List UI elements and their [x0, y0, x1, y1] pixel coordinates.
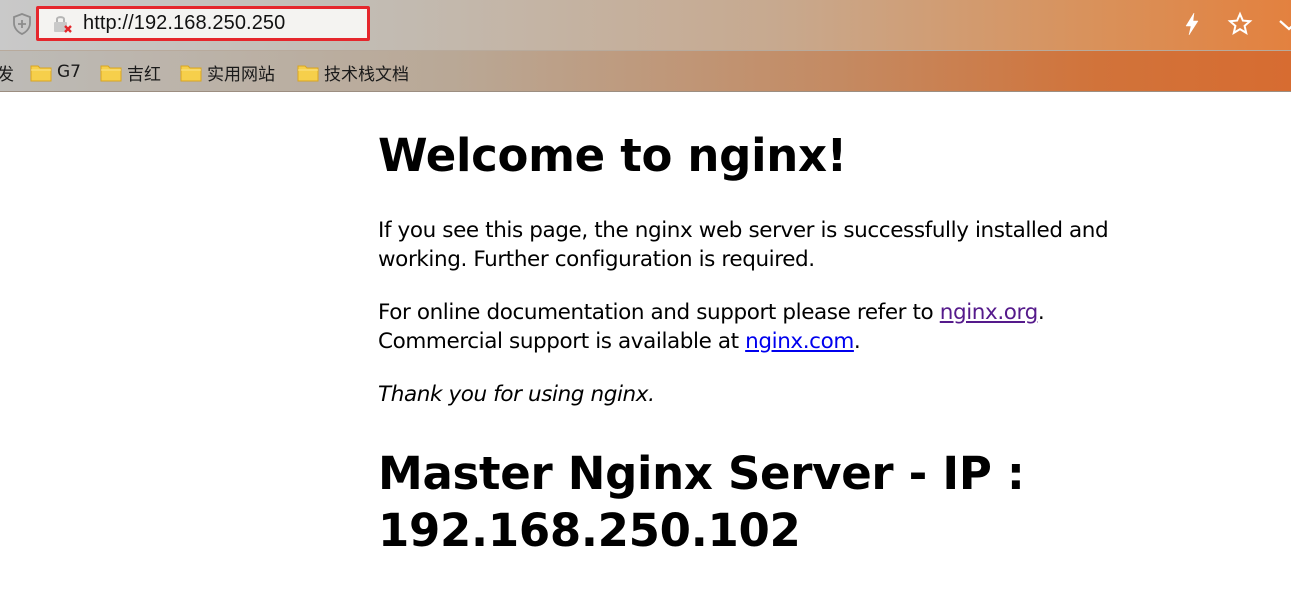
nginx-org-link[interactable]: nginx.org	[940, 300, 1039, 325]
docs-paragraph: For online documentation and support ple…	[378, 298, 1178, 356]
star-icon[interactable]	[1227, 11, 1253, 37]
folder-icon	[100, 65, 122, 81]
bookmark-folder-useful-sites[interactable]: 实用网站	[180, 60, 275, 85]
bookmark-item[interactable]: 发	[0, 60, 14, 85]
bookmark-folder-tech-docs[interactable]: 技术栈文档	[297, 60, 409, 85]
bookmark-folder-g7[interactable]: G7	[30, 60, 81, 84]
thanks-paragraph: Thank you for using nginx.	[378, 380, 1178, 409]
browser-toolbar: http://192.168.250.250	[0, 0, 1291, 50]
nginx-com-link[interactable]: nginx.com	[745, 329, 854, 354]
bookmark-label: 技术栈文档	[324, 64, 409, 85]
intro-paragraph: If you see this page, the nginx web serv…	[378, 218, 1109, 272]
lightning-icon[interactable]	[1179, 11, 1205, 37]
master-server-title: Master Nginx Server - IP : 192.168.250.1…	[378, 447, 1025, 557]
chevron-down-icon[interactable]	[1276, 11, 1291, 37]
bookmark-label: 实用网站	[207, 64, 275, 85]
commercial-period: .	[853, 329, 861, 354]
bookmark-label: G7	[57, 62, 81, 82]
insecure-lock-icon[interactable]	[51, 13, 73, 35]
bookmark-folder-jihong[interactable]: 吉红	[100, 60, 161, 85]
url-text[interactable]: http://192.168.250.250	[83, 12, 285, 35]
bookmark-label: 发	[0, 64, 14, 85]
page-content: Welcome to nginx! If you see this page, …	[378, 93, 1178, 559]
docs-text: For online documentation and support ple…	[378, 300, 940, 325]
bookmarks-bar: 发 G7 吉红 实用网站 技术栈文档	[0, 50, 1291, 92]
commercial-text: Commercial support is available at	[378, 329, 746, 354]
address-bar[interactable]: http://192.168.250.250	[36, 6, 370, 41]
folder-icon	[297, 65, 319, 81]
docs-period: .	[1037, 300, 1045, 325]
folder-icon	[30, 65, 52, 81]
page-title: Welcome to nginx!	[378, 129, 847, 182]
bookmark-label: 吉红	[127, 64, 161, 85]
folder-icon	[180, 65, 202, 81]
shield-icon[interactable]	[10, 12, 34, 36]
thanks-text: Thank you for using nginx.	[378, 382, 655, 407]
